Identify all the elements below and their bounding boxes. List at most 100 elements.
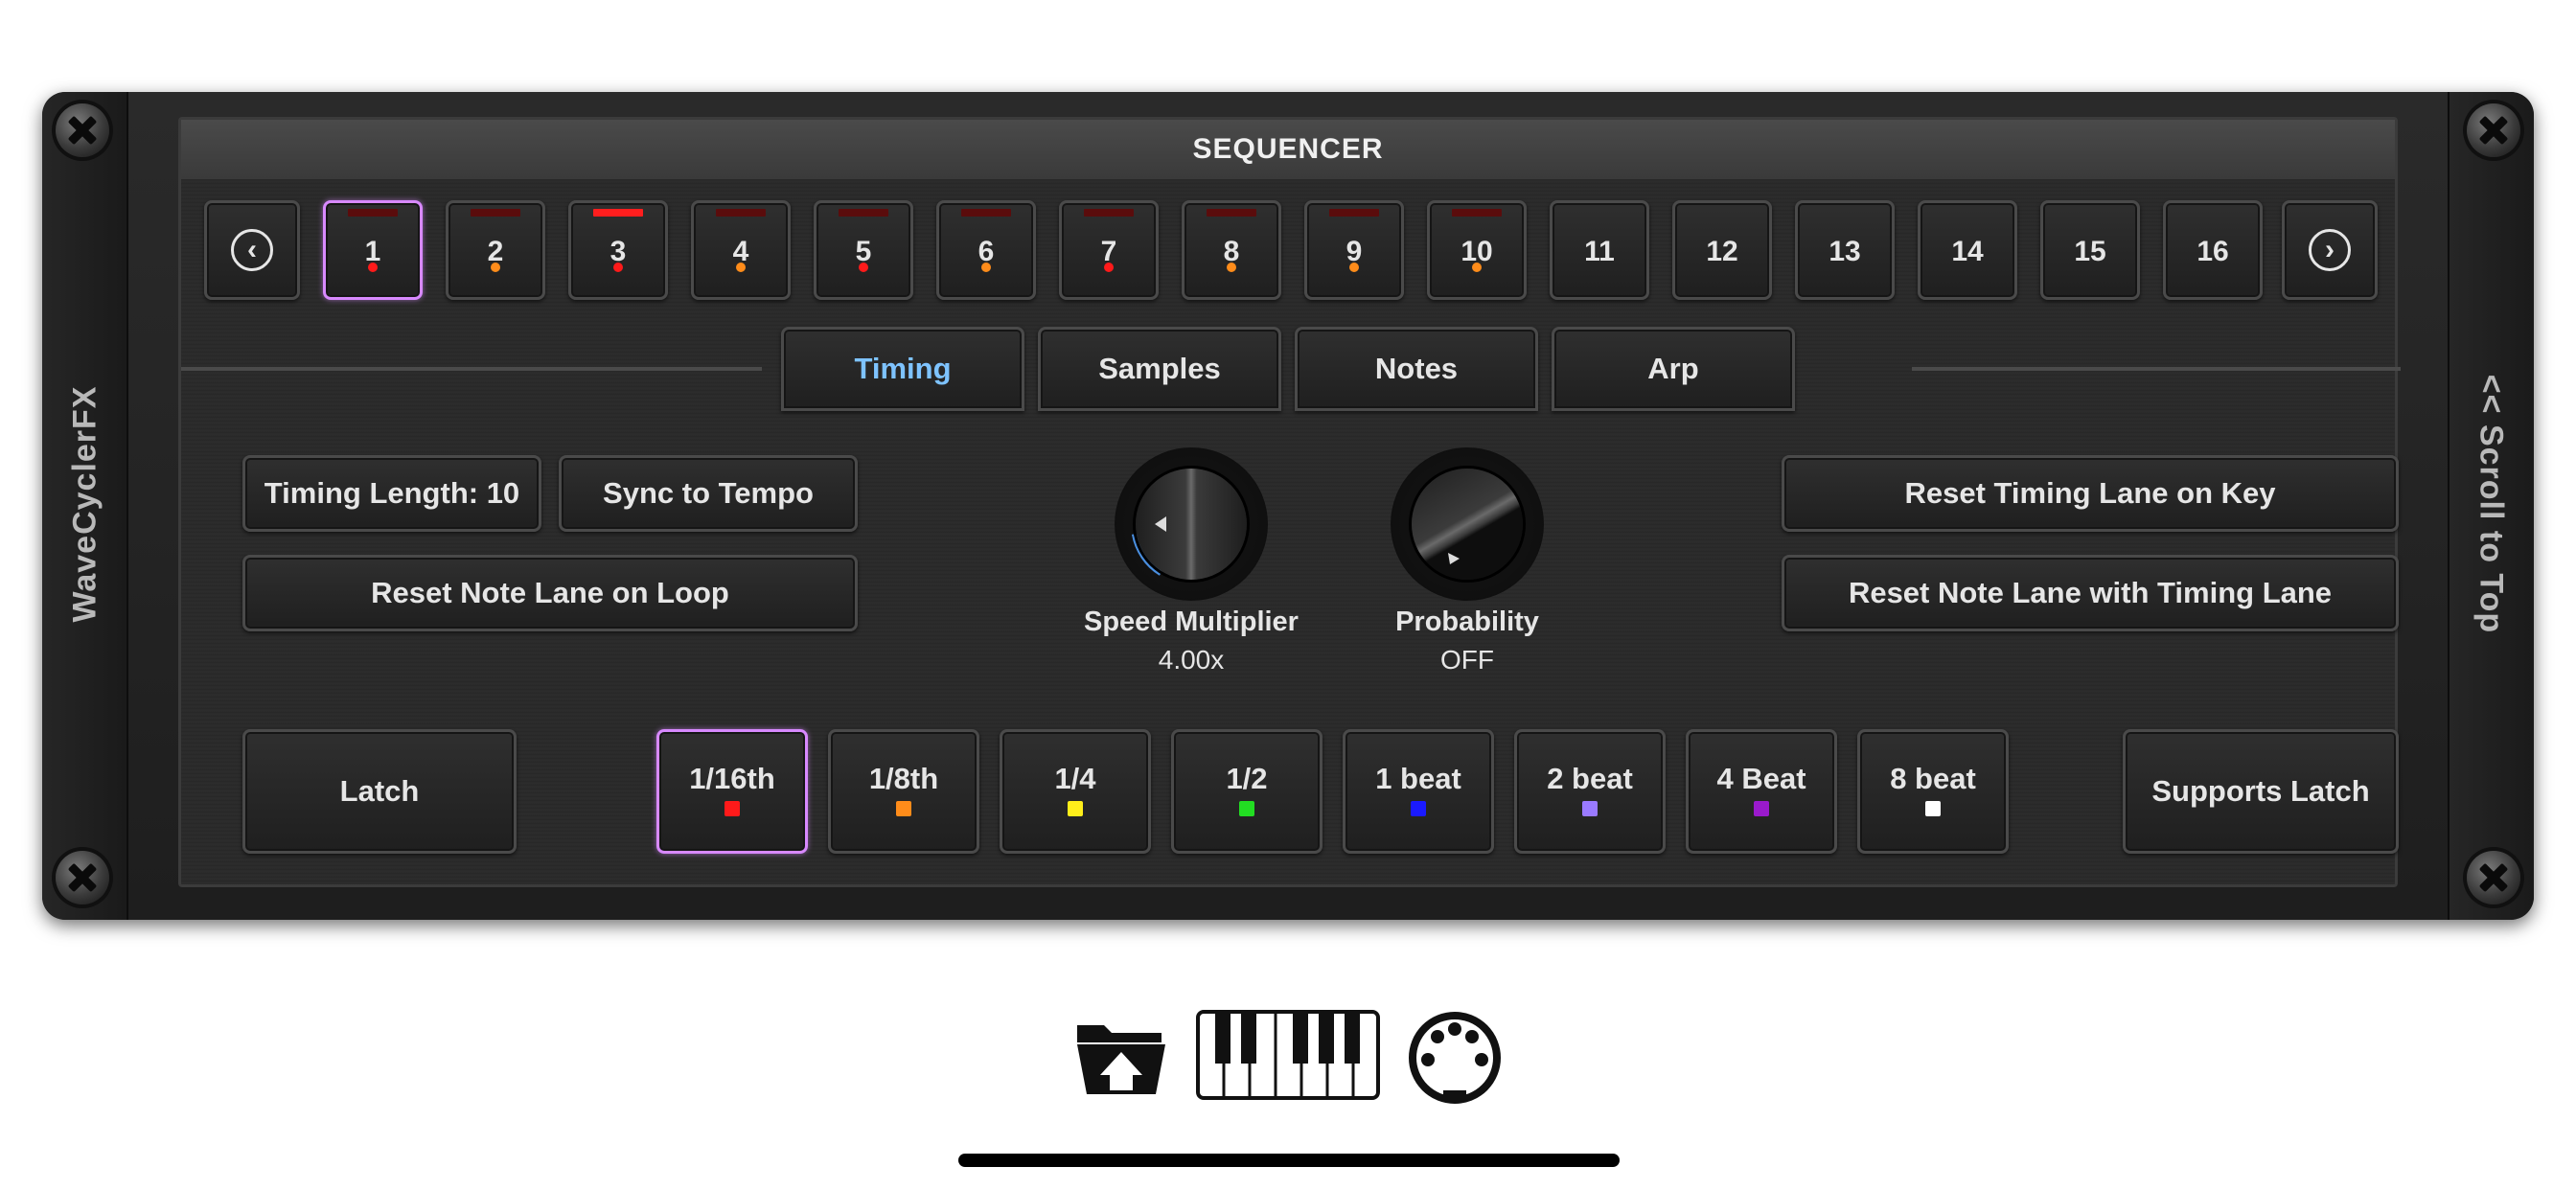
speed-multiplier-label: Speed Multiplier <box>1084 606 1299 637</box>
chevron-left-circle-icon: ‹ <box>231 229 273 271</box>
step-button-10[interactable]: 10 <box>1427 200 1527 300</box>
step-button-12[interactable]: 12 <box>1672 200 1772 300</box>
rate-color-icon <box>724 801 740 816</box>
step-indicator-bar <box>1207 209 1256 217</box>
step-indicator-bar <box>1084 209 1134 217</box>
reset-timing-lane-on-key-button[interactable]: Reset Timing Lane on Key <box>1782 455 2399 532</box>
rate-label: 1/2 <box>1226 762 1268 795</box>
step-button-14[interactable]: 14 <box>1918 200 2017 300</box>
panel-title: SEQUENCER <box>181 120 2395 179</box>
step-button-8[interactable]: 8 <box>1182 200 1281 300</box>
probability-knob[interactable] <box>1391 447 1544 601</box>
knob-pointer-icon <box>1448 553 1460 564</box>
step-button-5[interactable]: 5 <box>814 200 913 300</box>
step-button-6[interactable]: 6 <box>936 200 1036 300</box>
divider-right <box>1912 367 2401 371</box>
sequencer-panel: SEQUENCER ‹ 1 2 3 4 5 6 7 8 9 10 11 12 13 14 15 16 › Ti… <box>178 117 2401 887</box>
step-indicator-bar <box>1452 209 1502 217</box>
step-indicator-bar <box>716 209 766 217</box>
step-label: 14 <box>1951 236 1984 267</box>
step-label: 12 <box>1706 236 1738 267</box>
chevron-right-circle-icon: › <box>2309 229 2351 271</box>
rate-button-8[interactable]: 8 beat <box>1857 729 2009 854</box>
step-button-13[interactable]: 13 <box>1795 200 1895 300</box>
step-label: 13 <box>1828 236 1861 267</box>
rate-color-icon <box>1925 801 1941 816</box>
step-indicator-bar <box>348 209 398 217</box>
step-button-7[interactable]: 7 <box>1059 200 1159 300</box>
step-button-15[interactable]: 15 <box>2040 200 2140 300</box>
rate-label: 4 Beat <box>1716 762 1806 795</box>
step-dot-icon <box>491 263 500 272</box>
midi-connector-icon[interactable] <box>1407 1010 1503 1106</box>
rate-label: 8 beat <box>1890 762 1976 795</box>
step-dot-icon <box>1349 263 1359 272</box>
rate-color-icon <box>896 801 911 816</box>
step-indicator-bar <box>1329 209 1379 217</box>
probability-value: OFF <box>1440 645 1494 675</box>
screw-icon <box>56 103 109 157</box>
step-label: 16 <box>2196 236 2229 267</box>
tab-arp[interactable]: Arp <box>1552 327 1795 411</box>
step-dot-icon <box>736 263 746 272</box>
knob-pointer-icon <box>1155 516 1166 532</box>
step-button-16[interactable]: 16 <box>2163 200 2263 300</box>
rate-label: 1/4 <box>1054 762 1096 795</box>
tab-samples[interactable]: Samples <box>1038 327 1281 411</box>
step-dot-icon <box>859 263 868 272</box>
step-dot-icon <box>1227 263 1236 272</box>
rate-button-2[interactable]: 1/8th <box>828 729 979 854</box>
rate-color-icon <box>1582 801 1598 816</box>
step-button-9[interactable]: 9 <box>1304 200 1404 300</box>
step-button-2[interactable]: 2 <box>446 200 545 300</box>
plugin-rack: WaveCyclerFX << Scroll to Top SEQUENCER … <box>42 92 2534 920</box>
rate-label: 1/16th <box>689 762 775 795</box>
step-indicator-bar <box>471 209 520 217</box>
tab-timing[interactable]: Timing <box>781 327 1024 411</box>
sync-to-tempo-button[interactable]: Sync to Tempo <box>559 455 858 532</box>
probability-label: Probability <box>1395 606 1539 637</box>
speed-multiplier-knob[interactable] <box>1115 447 1268 601</box>
reset-note-lane-on-loop-button[interactable]: Reset Note Lane on Loop <box>242 555 858 631</box>
rate-button-3[interactable]: 1/4 <box>1000 729 1151 854</box>
step-button-11[interactable]: 11 <box>1550 200 1649 300</box>
prev-page-button[interactable]: ‹ <box>204 200 300 300</box>
screw-icon <box>2467 103 2520 157</box>
divider-left <box>181 367 762 371</box>
step-dot-icon <box>981 263 991 272</box>
rate-button-6[interactable]: 2 beat <box>1514 729 1666 854</box>
timing-length-button[interactable]: Timing Length: 10 <box>242 455 541 532</box>
step-indicator-bar <box>839 209 888 217</box>
rate-label: 1/8th <box>868 762 939 795</box>
tab-notes[interactable]: Notes <box>1295 327 1538 411</box>
rate-button-1[interactable]: 1/16th <box>656 729 808 854</box>
step-indicator-bar <box>961 209 1011 217</box>
rate-label: 2 beat <box>1547 762 1633 795</box>
step-label: 15 <box>2074 236 2106 267</box>
plugin-name: WaveCyclerFX <box>66 385 104 623</box>
step-dot-icon <box>1104 263 1114 272</box>
step-dot-icon <box>368 263 378 272</box>
step-dot-icon <box>1472 263 1482 272</box>
rate-color-icon <box>1754 801 1769 816</box>
rate-button-7[interactable]: 4 Beat <box>1686 729 1837 854</box>
home-indicator[interactable] <box>958 1154 1620 1167</box>
folder-open-icon[interactable] <box>1073 1016 1169 1098</box>
step-button-1[interactable]: 1 <box>323 200 423 300</box>
next-page-button[interactable]: › <box>2282 200 2378 300</box>
reset-note-lane-with-timing-lane-button[interactable]: Reset Note Lane with Timing Lane <box>1782 555 2399 631</box>
rate-label: 1 beat <box>1375 762 1461 795</box>
supports-latch-button[interactable]: Supports Latch <box>2123 729 2399 854</box>
scroll-to-top-button[interactable]: << Scroll to Top <box>2472 375 2510 633</box>
step-button-3[interactable]: 3 <box>568 200 668 300</box>
step-button-4[interactable]: 4 <box>691 200 791 300</box>
latch-button[interactable]: Latch <box>242 729 517 854</box>
rate-color-icon <box>1068 801 1083 816</box>
rate-button-5[interactable]: 1 beat <box>1343 729 1494 854</box>
rate-color-icon <box>1411 801 1426 816</box>
step-indicator-bar <box>593 209 643 217</box>
piano-keyboard-icon[interactable] <box>1196 1010 1380 1100</box>
rate-color-icon <box>1239 801 1254 816</box>
speed-multiplier-value: 4.00x <box>1158 645 1225 675</box>
rate-button-4[interactable]: 1/2 <box>1171 729 1322 854</box>
